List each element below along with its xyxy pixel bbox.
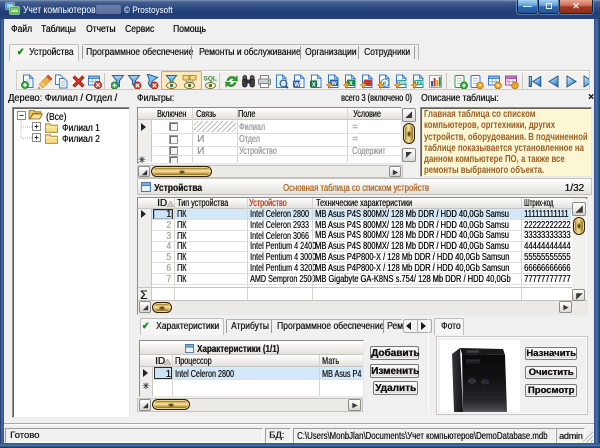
svg-text:X: X — [349, 81, 353, 87]
svg-text:X: X — [312, 82, 316, 88]
svg-text:W: W — [332, 81, 338, 87]
svg-text:e: e — [383, 80, 387, 87]
svg-text:W: W — [294, 82, 300, 88]
svg-text:SQL: SQL — [203, 76, 216, 83]
